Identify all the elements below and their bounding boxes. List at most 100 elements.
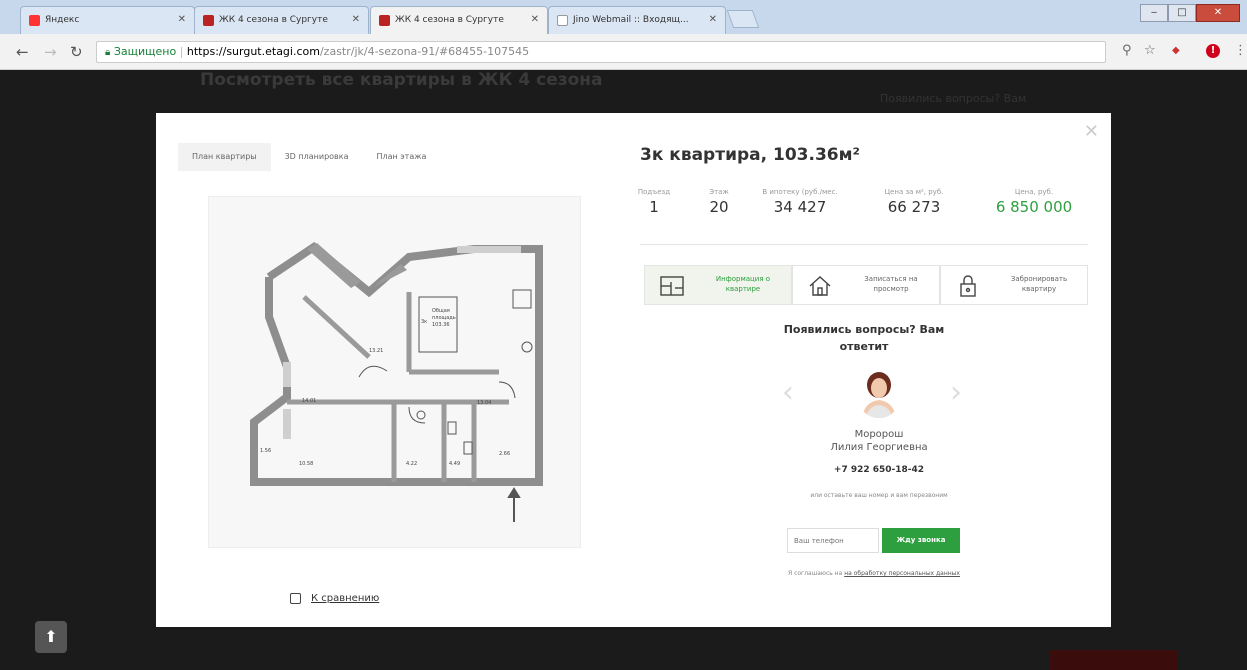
tab-label: Записаться на просмотр <box>864 275 918 293</box>
plan-room-area: 14.01 <box>302 398 316 404</box>
close-tab-icon[interactable]: ✕ <box>531 14 539 25</box>
scroll-to-top-button[interactable]: ⬆ <box>35 621 67 653</box>
menu-dots-icon[interactable]: ⋮ <box>1234 43 1247 58</box>
tab-floor-plan[interactable]: План этажа <box>362 143 440 171</box>
stat-label: Цена, руб. <box>1014 188 1054 196</box>
manager-surname: Моророш <box>854 429 904 440</box>
compare-toggle[interactable]: К сравнению <box>290 593 379 604</box>
stat-label: Подъезд <box>637 188 671 196</box>
stat-value: 66 273 <box>887 198 941 216</box>
chevron-right-icon[interactable]: › <box>950 375 962 410</box>
tab-title: Яндекс <box>45 15 80 25</box>
plan-room-area: 2.66 <box>499 451 510 457</box>
tab-label: Информация о квартире <box>715 275 771 293</box>
close-tab-icon[interactable]: ✕ <box>352 14 360 25</box>
close-window-button[interactable]: ✕ <box>1196 4 1240 22</box>
plan-room-label: 3к <box>421 319 427 325</box>
tab-3d-plan[interactable]: 3D планировка <box>271 143 363 171</box>
back-arrow-icon[interactable]: ← <box>16 43 29 61</box>
manager-avatar <box>856 368 902 418</box>
consent-link[interactable]: на обработку персональных данных <box>844 570 960 577</box>
plan-icon <box>660 276 684 296</box>
bookmark-star-icon[interactable]: ☆ <box>1144 43 1156 58</box>
manager-phone[interactable]: +7 922 650-18-42 <box>774 465 984 475</box>
plan-room-area: 13.21 <box>369 348 383 354</box>
callback-hint: или оставьте ваш номер и вам перезвоним <box>810 492 948 499</box>
new-tab-button[interactable] <box>726 10 760 28</box>
stat-mortgage: В ипотеку (руб./мес. 34 427 <box>754 188 846 216</box>
extension-icon[interactable]: ◆ <box>1172 45 1180 56</box>
request-call-button[interactable]: Жду звонка <box>882 528 960 553</box>
consent-prefix: Я соглашаюсь на <box>788 570 843 577</box>
reload-icon[interactable]: ↻ <box>70 43 83 61</box>
chevron-left-icon[interactable]: ‹ <box>782 375 794 410</box>
url-path: /zastr/jk/4-sezona-91/#68455-107545 <box>319 45 530 58</box>
close-tab-icon[interactable]: ✕ <box>709 14 717 25</box>
stat-label: Этаж <box>709 188 729 196</box>
plan-area-note: 103.36 <box>432 322 450 328</box>
plan-room-area: 4.49 <box>449 461 460 467</box>
lock-icon <box>960 275 976 297</box>
tab-apartment-plan[interactable]: План квартиры <box>178 143 271 171</box>
manager-photo <box>856 368 902 418</box>
forward-arrow-icon[interactable]: → <box>44 43 57 61</box>
stat-value: 34 427 <box>773 198 827 216</box>
document-favicon-icon <box>557 15 568 26</box>
browser-tab[interactable]: Яндекс ✕ <box>20 6 195 34</box>
plan-area-note: Общая <box>432 308 450 314</box>
adblock-extension-icon[interactable]: ! <box>1206 44 1220 58</box>
plan-room-area: 13.04 <box>477 400 491 406</box>
stat-value: 20 <box>709 198 729 216</box>
close-tab-icon[interactable]: ✕ <box>178 14 186 25</box>
close-icon[interactable]: ✕ <box>1084 121 1099 142</box>
secure-label: Защищено <box>113 45 177 58</box>
apartment-modal: ✕ План квартиры 3D планировка План этажа <box>156 113 1111 627</box>
compare-link[interactable]: К сравнению <box>311 593 379 604</box>
plan-tabs: План квартиры 3D планировка План этажа <box>178 143 440 171</box>
tab-book-viewing[interactable]: Записаться на просмотр <box>792 265 940 305</box>
tab-label: Забронировать квартиру <box>1010 275 1068 293</box>
plan-area-note: площадь <box>432 315 456 321</box>
stat-label: В ипотеку (руб./мес. <box>762 188 838 196</box>
arrow-up-icon: ⬆ <box>44 627 58 646</box>
tab-reserve[interactable]: Забронировать квартиру <box>940 265 1088 305</box>
stat-price: Цена, руб. 6 850 000 <box>986 188 1082 216</box>
manager-name: Моророш Лилия Георгиевна <box>774 428 984 454</box>
plan-room-area: 1.56 <box>260 448 271 454</box>
manager-first-name: Лилия Георгиевна <box>830 442 928 453</box>
floor-plan-image: 3к Общая площадь 103.36 13.21 14.01 13.0… <box>208 196 581 548</box>
divider <box>640 244 1088 245</box>
zoom-search-icon[interactable]: ⚲ <box>1122 43 1132 58</box>
action-tabs: Информация о квартире Записаться на прос… <box>644 265 1088 305</box>
consent-text: Я соглашаюсь на на обработку персональны… <box>784 569 964 578</box>
tab-title: ЖК 4 сезона в Сургуте <box>219 15 328 25</box>
entrance-arrow-icon <box>507 487 521 522</box>
browser-tab[interactable]: Jino Webmail :: Входящ... ✕ <box>548 6 726 34</box>
minimize-window-button[interactable]: ‒ <box>1140 4 1168 22</box>
etagi-favicon-icon <box>203 15 214 26</box>
compare-checkbox[interactable] <box>290 593 301 604</box>
tab-title: Jino Webmail :: Входящ... <box>573 15 689 25</box>
url-host: https://surgut.etagi.com <box>186 45 320 58</box>
tab-title: ЖК 4 сезона в Сургуте <box>395 15 504 25</box>
tab-apartment-info[interactable]: Информация о квартире <box>644 265 792 305</box>
page-side-text: Появились вопросы? Вам <box>880 92 1027 105</box>
browser-tab[interactable]: ЖК 4 сезона в Сургуте ✕ <box>194 6 369 34</box>
address-bar: ← → ↻ 🔒︎ Защищено | https://surgut.etagi… <box>0 34 1247 70</box>
maximize-window-button[interactable]: □ <box>1168 4 1196 22</box>
url-field[interactable]: 🔒︎ Защищено | https://surgut.etagi.com/z… <box>96 41 1106 63</box>
plan-room-area: 4.22 <box>406 461 417 467</box>
background-button <box>1050 650 1178 670</box>
phone-input[interactable] <box>787 528 879 553</box>
apartment-stats: Подъезд 1 Этаж 20 В ипотеку (руб./мес. 3… <box>634 188 1094 248</box>
stat-value: 1 <box>649 198 659 216</box>
house-icon <box>809 276 831 296</box>
floor-plan-drawing: 3к Общая площадь 103.36 13.21 14.01 13.0… <box>250 242 543 522</box>
stat-price-per-m2: Цена за м², руб. 66 273 <box>866 188 962 216</box>
page-heading: Посмотреть все квартиры в ЖК 4 сезона <box>200 70 603 90</box>
stat-floor: Этаж 20 <box>704 188 734 216</box>
yandex-favicon-icon <box>29 15 40 26</box>
stat-entrance: Подъезд 1 <box>636 188 672 216</box>
etagi-favicon-icon <box>379 15 390 26</box>
browser-tab-active[interactable]: ЖК 4 сезона в Сургуте ✕ <box>370 6 548 34</box>
